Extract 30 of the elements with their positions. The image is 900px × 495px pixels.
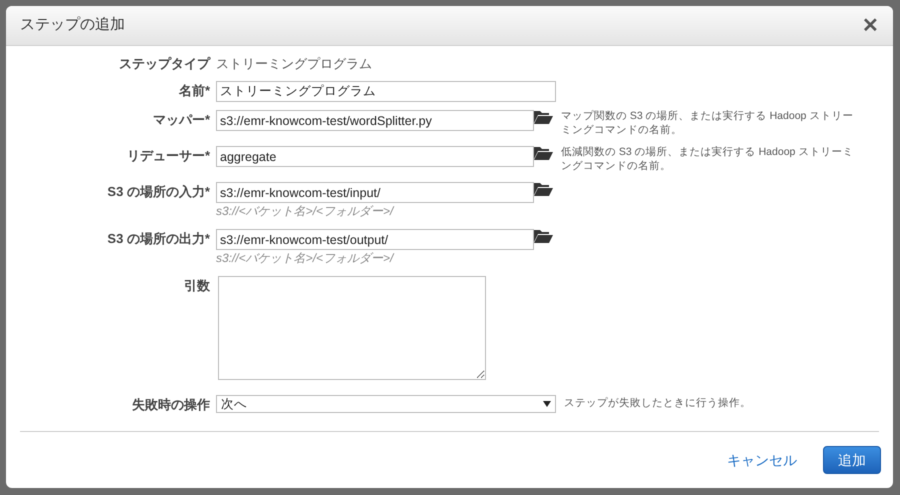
format-hint: s3://<バケット名>/<フォルダー>/ — [216, 203, 396, 220]
input-field[interactable]: aggregate — [216, 146, 534, 167]
field-label: 名前* — [178, 82, 211, 100]
folder-icon[interactable] — [534, 182, 553, 196]
format-hint: s3://<バケット名>/<フォルダー>/ — [216, 250, 396, 267]
cancel-link[interactable]: キャンセル — [727, 450, 797, 470]
input-field[interactable]: s3://emr-knowcom-test/input/ — [216, 182, 534, 203]
folder-icon[interactable] — [534, 146, 553, 160]
dialog-title: ステップの追加 — [20, 15, 125, 36]
caret-icon — [543, 401, 551, 407]
folder-icon[interactable] — [534, 110, 553, 124]
close-icon[interactable]: ✕ — [862, 10, 879, 40]
add-button[interactable]: 追加 — [823, 446, 881, 474]
input-field[interactable]: s3://emr-knowcom-test/output/ — [216, 229, 534, 250]
field-label: S3 の場所の出力* — [106, 230, 211, 248]
input-field[interactable]: s3://emr-knowcom-test/wordSplitter.py — [216, 110, 534, 131]
input-field[interactable]: ストリーミングプログラム — [216, 81, 556, 102]
step-type-value: ストリーミングプログラム — [216, 55, 372, 73]
folder-icon[interactable] — [534, 229, 553, 243]
help-text: 低減関数の S3 の場所、または実行する Hadoop ストリーミングコマンドの名前。 — [561, 145, 854, 173]
field-label: 失敗時の操作 — [131, 396, 211, 414]
help-text: マップ関数の S3 の場所、または実行する Hadoop ストリーミングコマンドの名前。 — [561, 109, 854, 137]
field-label: リデューサー* — [126, 147, 211, 165]
help-text: ステップが失敗したときに行う操作。 — [564, 396, 752, 410]
field-label: 引数 — [183, 277, 211, 295]
field-label: マッパー* — [152, 111, 211, 129]
field-label: S3 の場所の入力* — [106, 183, 211, 201]
field-label: ステップタイプ — [118, 55, 212, 73]
arguments-field[interactable] — [218, 276, 486, 380]
dropdown[interactable]: 次へ — [216, 395, 556, 413]
